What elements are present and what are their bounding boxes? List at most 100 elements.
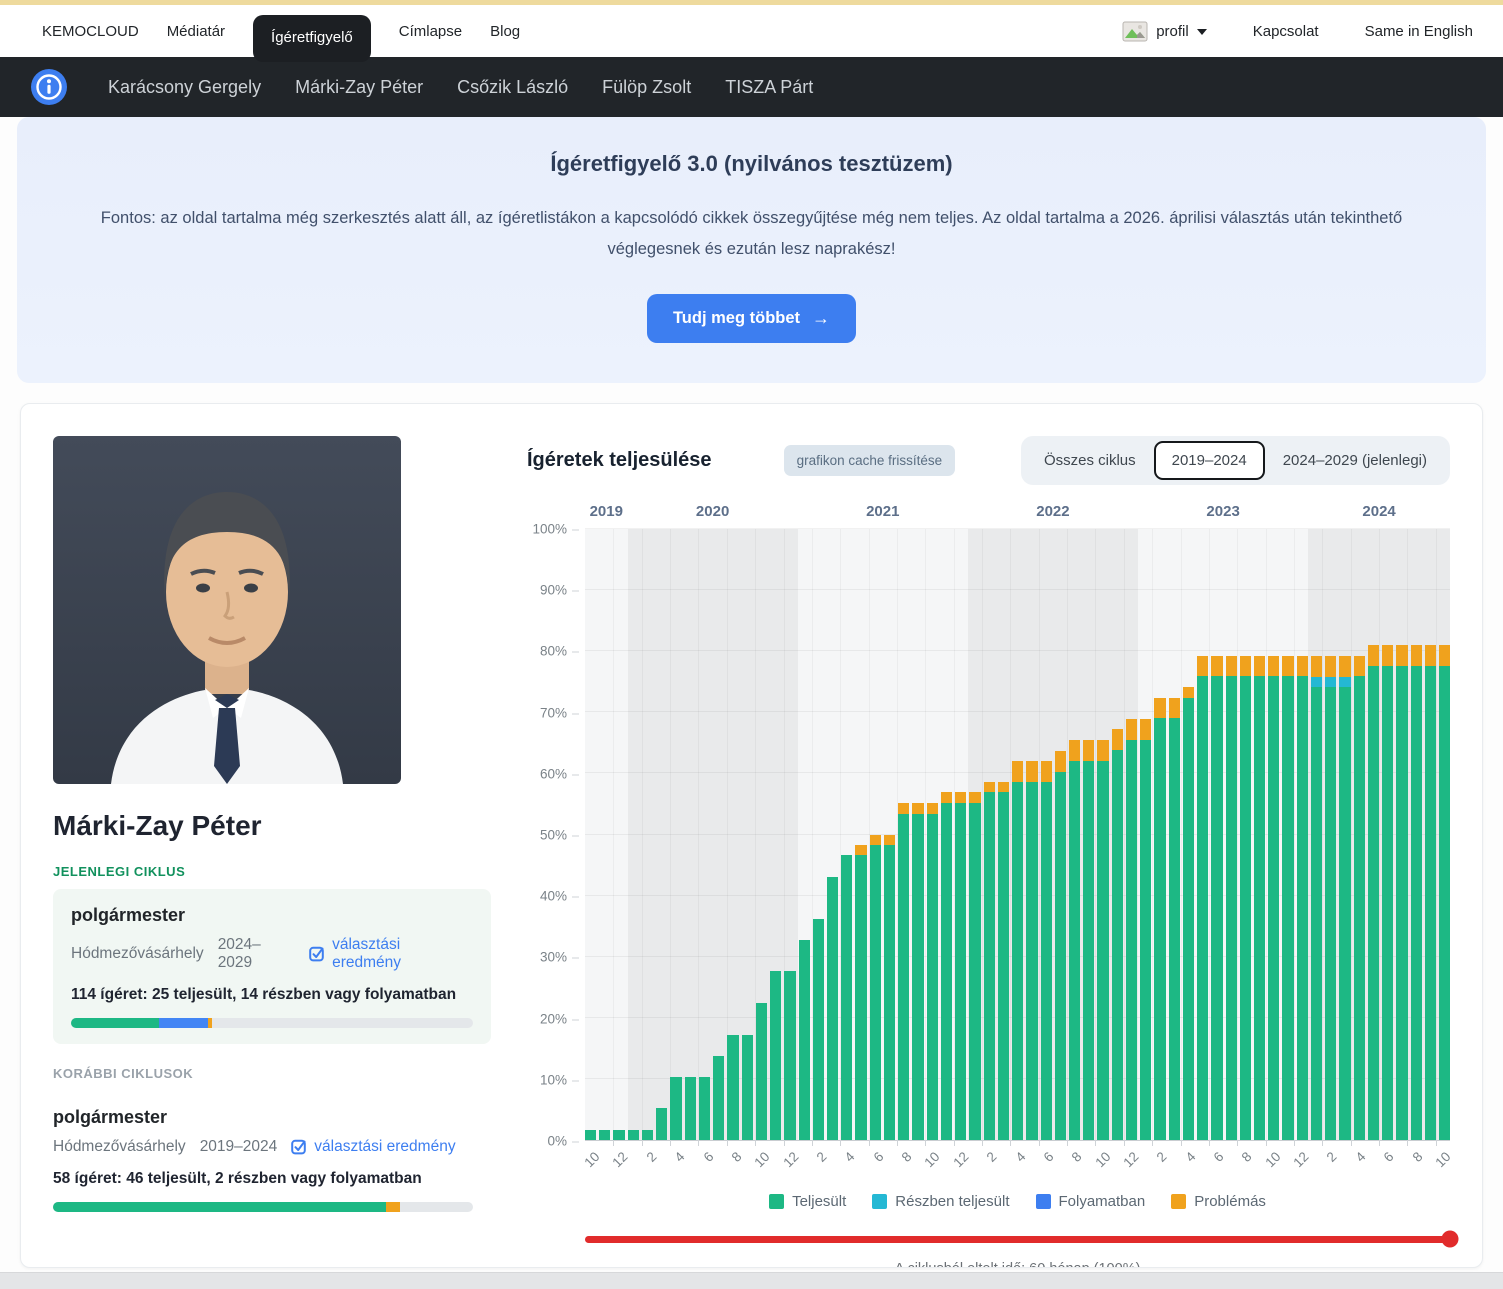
chart-y-axis: 0%10%20%30%40%50%60%70%80%90%100% <box>527 529 585 1141</box>
nav-item-mediatar[interactable]: Médiatár <box>167 23 225 40</box>
profile-dropdown[interactable]: profil <box>1122 21 1207 42</box>
chart-bar <box>1211 529 1222 1140</box>
bar-segment <box>742 1035 753 1140</box>
bar-segment <box>941 792 952 802</box>
legend-item[interactable]: Teljesült <box>769 1193 846 1210</box>
nav-item-cimlapse[interactable]: Címlapse <box>399 23 462 40</box>
subnav-item-tisza-part[interactable]: TISZA Párt <box>725 77 813 98</box>
info-icon[interactable] <box>30 68 68 106</box>
bar-segment <box>1012 761 1023 782</box>
tab-2024-2029[interactable]: 2024–2029 (jelenlegi) <box>1265 441 1445 480</box>
chart-bar <box>699 529 710 1140</box>
refresh-chart-cache-button[interactable]: grafikon cache frissítése <box>784 445 956 476</box>
bar-segment <box>1169 698 1180 719</box>
current-position-title: polgármester <box>71 905 473 926</box>
tab-all-cycles[interactable]: Összes ciklus <box>1026 441 1154 480</box>
x-tick-label: 2 <box>643 1149 659 1165</box>
chart-bar <box>1069 529 1080 1140</box>
bar-segment <box>984 792 995 1140</box>
bar-segment <box>1026 761 1037 782</box>
bar-segment <box>1439 645 1450 666</box>
chart-bar <box>1126 529 1137 1140</box>
subnav-item-csozik-laszlo[interactable]: Csőzik László <box>457 77 568 98</box>
legend-item[interactable]: Folyamatban <box>1036 1193 1146 1210</box>
bar-segment <box>670 1077 681 1140</box>
chart-bar <box>827 529 838 1140</box>
nav-item-language[interactable]: Same in English <box>1365 23 1473 40</box>
x-tick-label: 12 <box>950 1149 971 1170</box>
legend-swatch <box>1171 1194 1186 1209</box>
chart-bar <box>855 529 866 1140</box>
bar-segment <box>1069 761 1080 1140</box>
hero-title: Ígéretfigyelő 3.0 (nyilvános tesztüzem) <box>77 151 1426 177</box>
bar-segment <box>1311 687 1322 1140</box>
bar-segment <box>912 814 923 1140</box>
slider-track[interactable] <box>585 1236 1450 1243</box>
bar-segment <box>870 835 881 845</box>
x-tick-label: 2 <box>1154 1149 1170 1165</box>
chart-bar <box>1268 529 1279 1140</box>
subnav-item-fulop-zsolt[interactable]: Fülöp Zsolt <box>602 77 691 98</box>
x-tick-label: 12 <box>610 1149 631 1170</box>
bar-segment <box>1339 656 1350 677</box>
chart-bar <box>912 529 923 1140</box>
nav-item-blog[interactable]: Blog <box>490 23 520 40</box>
current-election-result-link[interactable]: választási eredmény <box>309 936 473 972</box>
nav-item-igeretfigyelo-active[interactable]: Ígéretfigyelő <box>253 15 371 62</box>
bar-segment <box>1382 645 1393 666</box>
y-tick-30: 30% <box>540 950 579 965</box>
tab-2019-2024[interactable]: 2019–2024 <box>1154 441 1265 480</box>
chart-bar <box>1083 529 1094 1140</box>
chart-bar <box>1282 529 1293 1140</box>
subnav-item-karacsony-gergely[interactable]: Karácsony Gergely <box>108 77 261 98</box>
current-progress-blue <box>159 1018 208 1028</box>
bar-segment <box>870 845 881 1140</box>
previous-election-result-link[interactable]: választási eredmény <box>291 1138 455 1156</box>
politician-summary-column: Márki-Zay Péter JELENLEGI CIKLUS polgárm… <box>53 436 491 1235</box>
chart-bar <box>941 529 952 1140</box>
brand-kemocloud[interactable]: KEMOCLOUD <box>42 23 139 40</box>
bar-segment <box>1240 676 1251 1140</box>
slider-handle[interactable] <box>1442 1231 1459 1248</box>
legend-item[interactable]: Részben teljesült <box>872 1193 1009 1210</box>
legend-item[interactable]: Problémás <box>1171 1193 1266 1210</box>
current-election-result-label: választási eredmény <box>332 936 473 972</box>
bar-segment <box>1041 761 1052 782</box>
chart-bar <box>1055 529 1066 1140</box>
learn-more-button[interactable]: Tudj meg többet → <box>647 294 856 343</box>
y-tick-10: 10% <box>540 1072 579 1087</box>
politician-name: Márki-Zay Péter <box>53 810 491 842</box>
x-tick-label: 10 <box>581 1149 602 1170</box>
y-tick-100: 100% <box>532 522 579 537</box>
previous-city: Hódmezővásárhely <box>53 1138 186 1156</box>
x-tick-label: 6 <box>1041 1149 1057 1165</box>
bar-segment <box>855 845 866 855</box>
current-progress-orange <box>208 1018 212 1028</box>
previous-position-title: polgármester <box>53 1107 473 1128</box>
bar-segment <box>1254 676 1265 1140</box>
bar-segment <box>1097 761 1108 1140</box>
bar-segment <box>699 1077 710 1140</box>
chart-bar <box>884 529 895 1140</box>
chart-x-axis: 1012246810122468101224681012246810122468… <box>585 1141 1450 1187</box>
subnav-item-marki-zay-peter[interactable]: Márki-Zay Péter <box>295 77 423 98</box>
legend-swatch <box>1036 1194 1051 1209</box>
chart-legend: Teljesült Részben teljesült Folyamatban Pro… <box>585 1193 1450 1210</box>
bar-segment <box>1211 656 1222 677</box>
nav-item-kapcsolat[interactable]: Kapcsolat <box>1253 23 1319 40</box>
bar-segment <box>1097 740 1108 761</box>
y-tick-0: 0% <box>547 1134 579 1149</box>
elapsed-time-slider[interactable] <box>585 1230 1450 1248</box>
chart-bar <box>969 529 980 1140</box>
bar-segment <box>1368 666 1379 1140</box>
year-label-2020: 2020 <box>696 503 729 520</box>
current-period: 2024–2029 <box>218 936 295 972</box>
x-tick-label: 12 <box>1290 1149 1311 1170</box>
previous-progress-green <box>53 1202 386 1212</box>
bar-segment <box>1069 740 1080 761</box>
x-tick-label: 6 <box>1381 1149 1397 1165</box>
year-label-2022: 2022 <box>1036 503 1069 520</box>
bar-segment <box>1211 676 1222 1140</box>
chart-bar <box>685 529 696 1140</box>
previous-cycles-label: KORÁBBI CIKLUSOK <box>53 1066 491 1081</box>
